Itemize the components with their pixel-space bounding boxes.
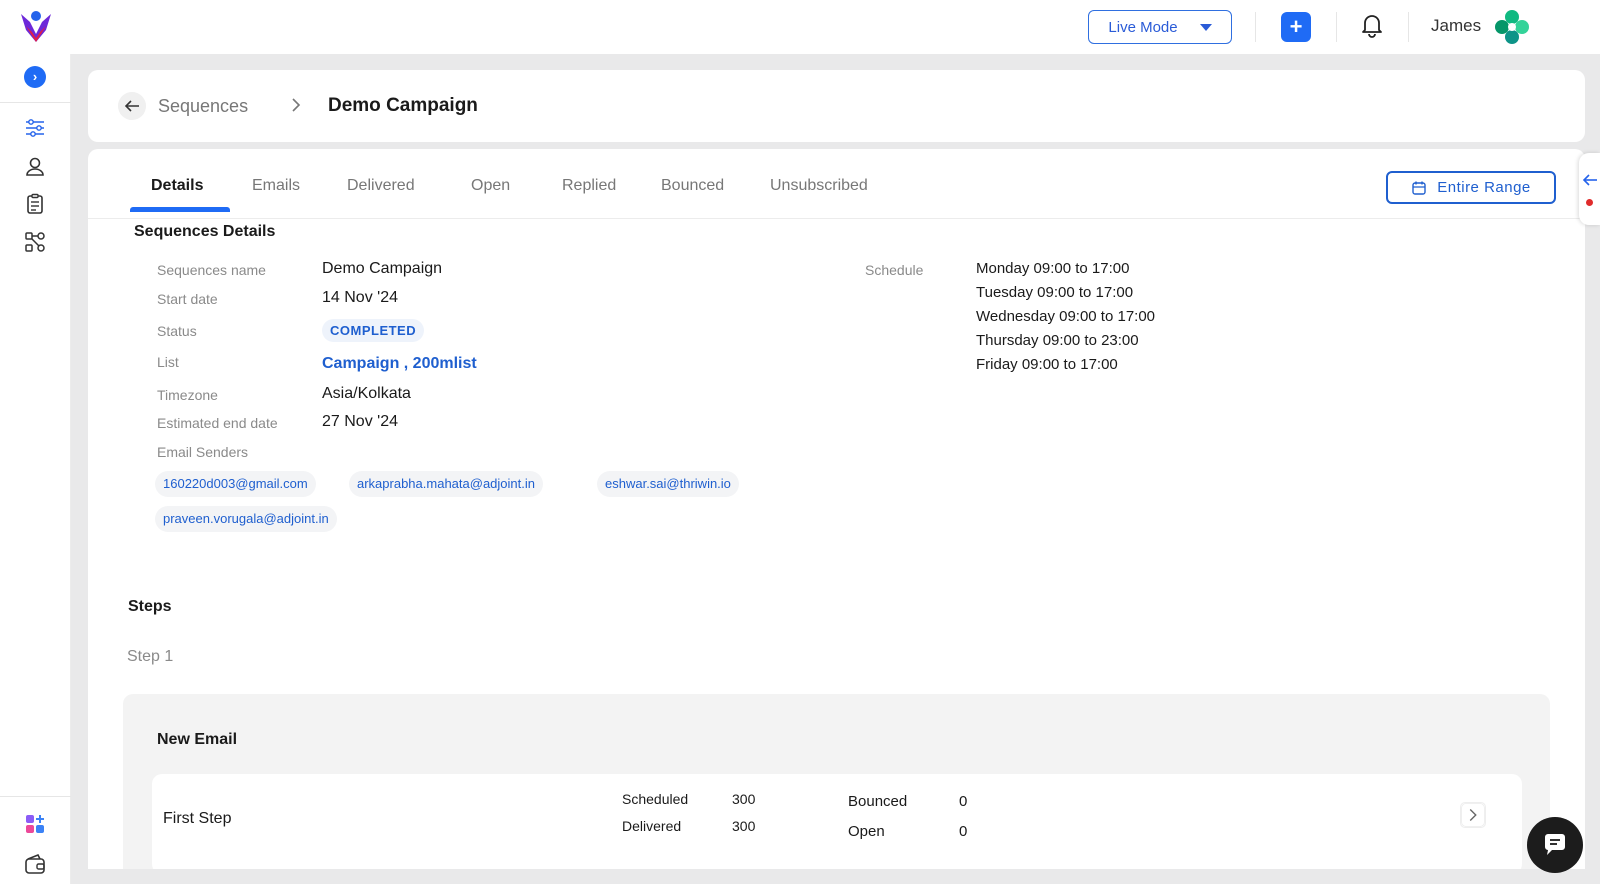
section-title: Sequences Details [134,223,276,240]
schedule-day: Friday 09:00 to 17:00 [976,356,1118,373]
wallet-icon[interactable] [23,852,47,876]
sequences-icon[interactable] [23,116,47,140]
chevron-right-icon [292,98,301,112]
label-end-date: Estimated end date [157,415,278,431]
sender-chip: praveen.vorugala@adjoint.in [155,506,337,532]
step-row[interactable]: First Step Scheduled 300 Delivered 300 B… [152,774,1522,869]
tab-open[interactable]: Open [471,177,510,195]
step-panel: New Email First Step Scheduled 300 Deliv… [123,694,1550,869]
left-sidebar: › [0,54,71,884]
stat-scheduled-label: Scheduled [622,791,689,807]
divider [0,796,71,797]
avatar[interactable] [1494,9,1530,45]
tab-bar: Details Emails Delivered Open Replied Bo… [88,149,1585,219]
value-start-date: 14 Nov '24 [322,289,398,306]
notification-dot [1586,199,1593,206]
value-end-date: 27 Nov '24 [322,413,398,430]
tab-replied[interactable]: Replied [562,177,616,195]
stat-scheduled-value: 300 [732,791,756,807]
breadcrumb-sequences-link[interactable]: Sequences [158,96,248,117]
sender-chip: arkaprabha.mahata@adjoint.in [349,471,543,497]
label-timezone: Timezone [157,387,218,403]
workflow-icon[interactable] [23,230,47,254]
page-title: Demo Campaign [328,95,478,116]
label-sequence-name: Sequences name [157,262,266,278]
date-range-label: Entire Range [1437,179,1531,196]
stat-delivered-value: 300 [732,818,756,834]
stat-open-value: 0 [959,823,968,840]
bell-icon[interactable] [1359,12,1385,38]
app-logo[interactable] [18,8,54,44]
live-mode-dropdown[interactable]: Live Mode [1088,10,1232,44]
tab-delivered[interactable]: Delivered [347,177,415,195]
back-arrow-icon[interactable] [118,92,146,120]
side-panel-toggle[interactable] [1579,153,1600,225]
chat-button[interactable] [1527,817,1583,873]
schedule-day: Tuesday 09:00 to 17:00 [976,284,1134,301]
divider [1336,12,1337,42]
chevron-right-icon[interactable] [1460,802,1486,828]
breadcrumb: Sequences Demo Campaign [88,70,1585,142]
steps-title: Steps [128,598,172,615]
sequence-details-panel: Details Emails Delivered Open Replied Bo… [88,149,1585,869]
arrow-left-icon [1582,174,1597,186]
value-sequence-name: Demo Campaign [322,260,443,277]
chevron-down-icon [1199,23,1212,31]
tab-emails[interactable]: Emails [252,177,300,195]
chat-icon [1545,834,1565,855]
label-schedule: Schedule [865,262,924,278]
calendar-icon [1412,181,1426,195]
list-link[interactable]: Campaign , 200mlist [322,355,477,373]
apps-icon[interactable] [23,812,47,836]
add-button[interactable]: + [1281,12,1311,42]
sender-chip: 160220d003@gmail.com [155,471,316,497]
step-name: First Step [163,810,232,827]
date-range-button[interactable]: Entire Range [1386,171,1556,204]
tasks-icon[interactable] [23,192,47,216]
stat-bounced-value: 0 [959,793,968,810]
status-badge: COMPLETED [322,319,425,342]
expand-sidebar-button[interactable]: › [24,66,46,88]
schedule-day: Wednesday 09:00 to 17:00 [976,308,1156,325]
stat-delivered-label: Delivered [622,818,682,834]
step-type-title: New Email [157,731,238,748]
label-email-senders: Email Senders [157,444,249,460]
tab-bounced[interactable]: Bounced [661,177,724,195]
divider [1255,12,1256,42]
active-tab-indicator [130,207,230,212]
value-timezone: Asia/Kolkata [322,385,411,402]
user-name[interactable]: James [1431,16,1481,36]
tab-details[interactable]: Details [151,177,203,195]
divider [1408,12,1409,42]
stat-open-label: Open [848,823,885,840]
divider [0,102,71,103]
top-bar: Live Mode + James [0,0,1600,54]
contacts-icon[interactable] [23,154,47,178]
step-label: Step 1 [127,648,174,665]
label-start-date: Start date [157,291,218,307]
schedule-day: Monday 09:00 to 17:00 [976,260,1130,277]
label-list: List [157,354,179,370]
schedule-day: Thursday 09:00 to 23:00 [976,332,1139,349]
tab-unsubscribed[interactable]: Unsubscribed [770,177,868,195]
live-mode-label: Live Mode [1108,18,1178,36]
stat-bounced-label: Bounced [848,793,908,810]
sender-chip: eshwar.sai@thriwin.io [597,471,739,497]
label-status: Status [157,323,197,339]
